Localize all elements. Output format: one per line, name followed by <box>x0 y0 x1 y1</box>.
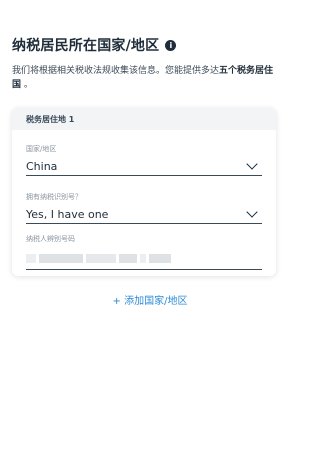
country-value: China <box>26 159 58 173</box>
residency-card: 税务居住地 1 国家/地区 China 拥有纳税识别号？ Yes, I have… <box>12 108 276 276</box>
tax-residency-page: 纳税居民所在国家/地区 i 我们将根据相关税收法规收集该信息。您能提供多达五个税… <box>0 0 300 457</box>
mask-block <box>39 253 83 263</box>
tin-input[interactable] <box>26 247 262 270</box>
mask-block <box>119 253 137 263</box>
masked-value <box>26 253 171 263</box>
country-field[interactable]: 国家/地区 China <box>26 144 262 176</box>
add-country-link[interactable]: + 添加国家/地区 <box>0 292 300 307</box>
tin-status-field[interactable]: 拥有纳税识别号？ Yes, I have one <box>26 192 262 224</box>
tin-label: 纳税人辨别号码 <box>26 235 75 243</box>
page-title: 纳税居民所在国家/地区 <box>12 38 160 54</box>
country-select[interactable]: China <box>26 157 262 176</box>
card-header: 税务居住地 1 <box>12 108 276 130</box>
mask-block <box>140 253 146 263</box>
tin-status-select[interactable]: Yes, I have one <box>26 205 262 224</box>
chevron-down-icon[interactable] <box>246 158 258 170</box>
title-row: 纳税居民所在国家/地区 i <box>12 35 177 55</box>
description: 我们将根据相关税收法规收集该信息。您能提供多达五个税务居住国 。 <box>12 64 282 92</box>
mask-block <box>26 253 36 263</box>
tin-status-value: Yes, I have one <box>26 207 109 221</box>
info-icon[interactable]: i <box>165 40 177 51</box>
tin-status-label: 拥有纳税识别号？ <box>26 193 82 201</box>
country-label: 国家/地区 <box>26 145 57 153</box>
chevron-down-icon[interactable] <box>246 206 258 218</box>
mask-block <box>86 253 116 263</box>
tin-field[interactable]: 纳税人辨别号码 <box>26 234 262 270</box>
description-text: 我们将根据相关税收法规收集该信息。您能提供多达 <box>12 66 220 76</box>
description-suffix: 。 <box>21 80 33 90</box>
mask-block <box>149 253 171 263</box>
